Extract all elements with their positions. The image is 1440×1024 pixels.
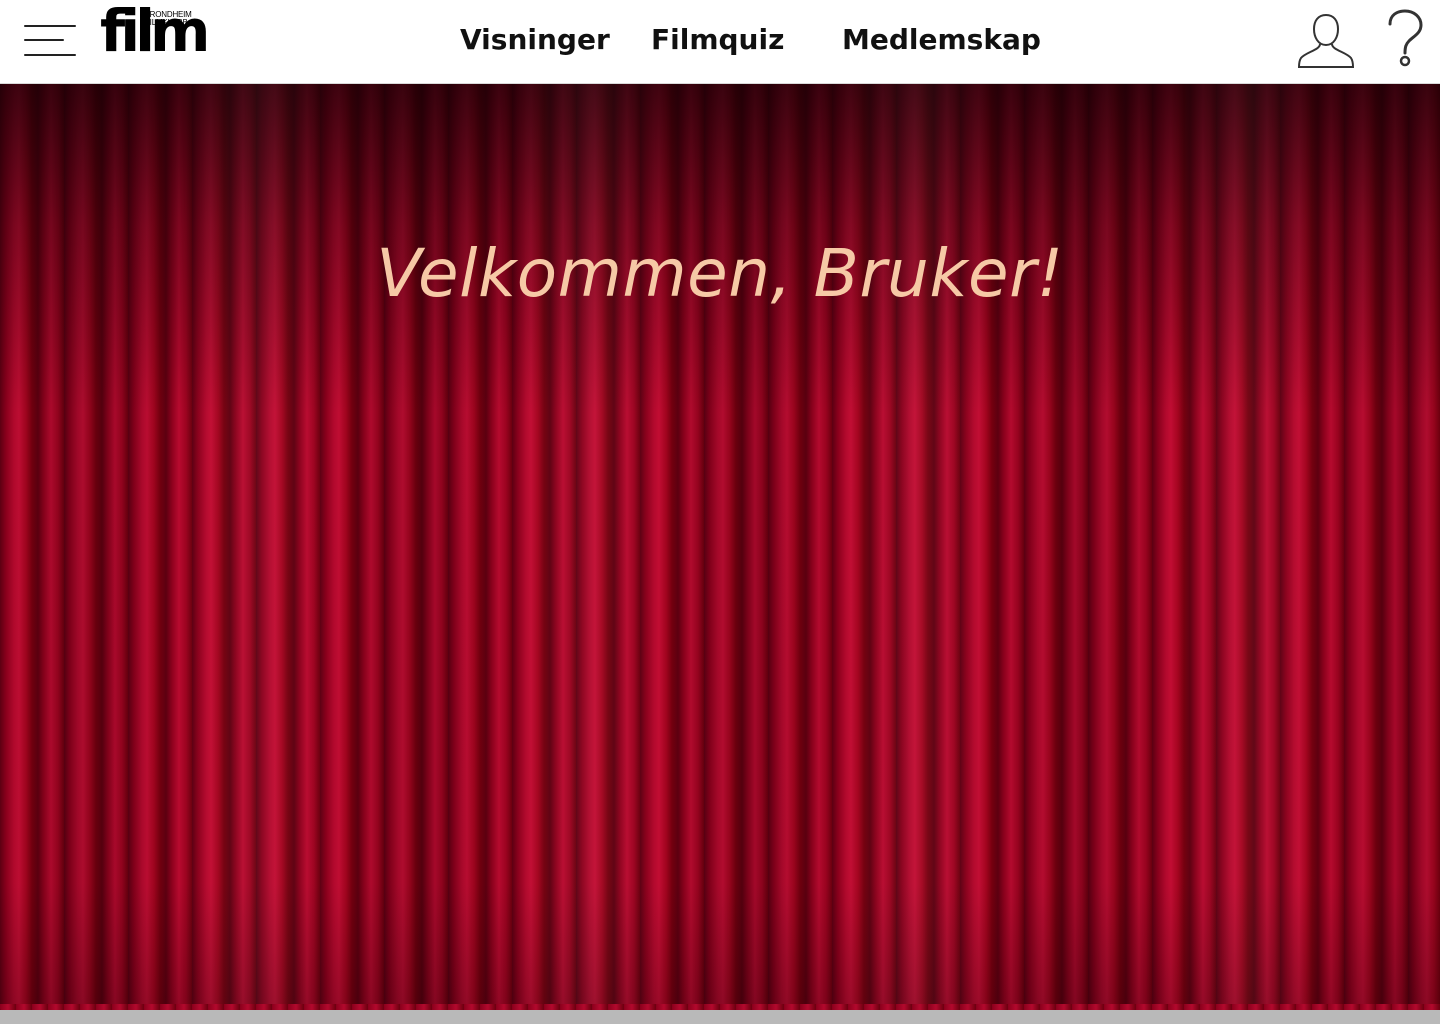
menu-line <box>24 25 76 27</box>
theater-curtain-background: Velkommen, Bruker! <box>0 84 1440 1024</box>
nav-link-filmquiz[interactable]: Filmquiz <box>651 22 784 58</box>
hamburger-menu-icon[interactable] <box>22 22 78 60</box>
help-question-icon[interactable] <box>1384 8 1428 70</box>
logo-line-2: FILMKLUBB <box>145 18 188 27</box>
nav-link-medlemskap[interactable]: Medlemskap <box>842 22 1041 58</box>
user-icon[interactable] <box>1296 10 1356 70</box>
stage-floor <box>0 1010 1440 1024</box>
top-navigation-bar: film TRONDHEIM FILMKLUBB Visninger Filmq… <box>0 0 1440 84</box>
menu-line <box>24 54 76 56</box>
curtain-shading <box>0 84 1440 1024</box>
nav-link-visninger[interactable]: Visninger <box>460 22 610 58</box>
user-icon-graphic <box>1297 13 1355 68</box>
trondheim-filmklubb-logo[interactable]: film TRONDHEIM FILMKLUBB <box>100 2 210 72</box>
menu-line <box>24 39 64 41</box>
welcome-heading: Velkommen, Bruker! <box>376 235 1064 312</box>
question-mark-icon <box>1388 9 1423 67</box>
